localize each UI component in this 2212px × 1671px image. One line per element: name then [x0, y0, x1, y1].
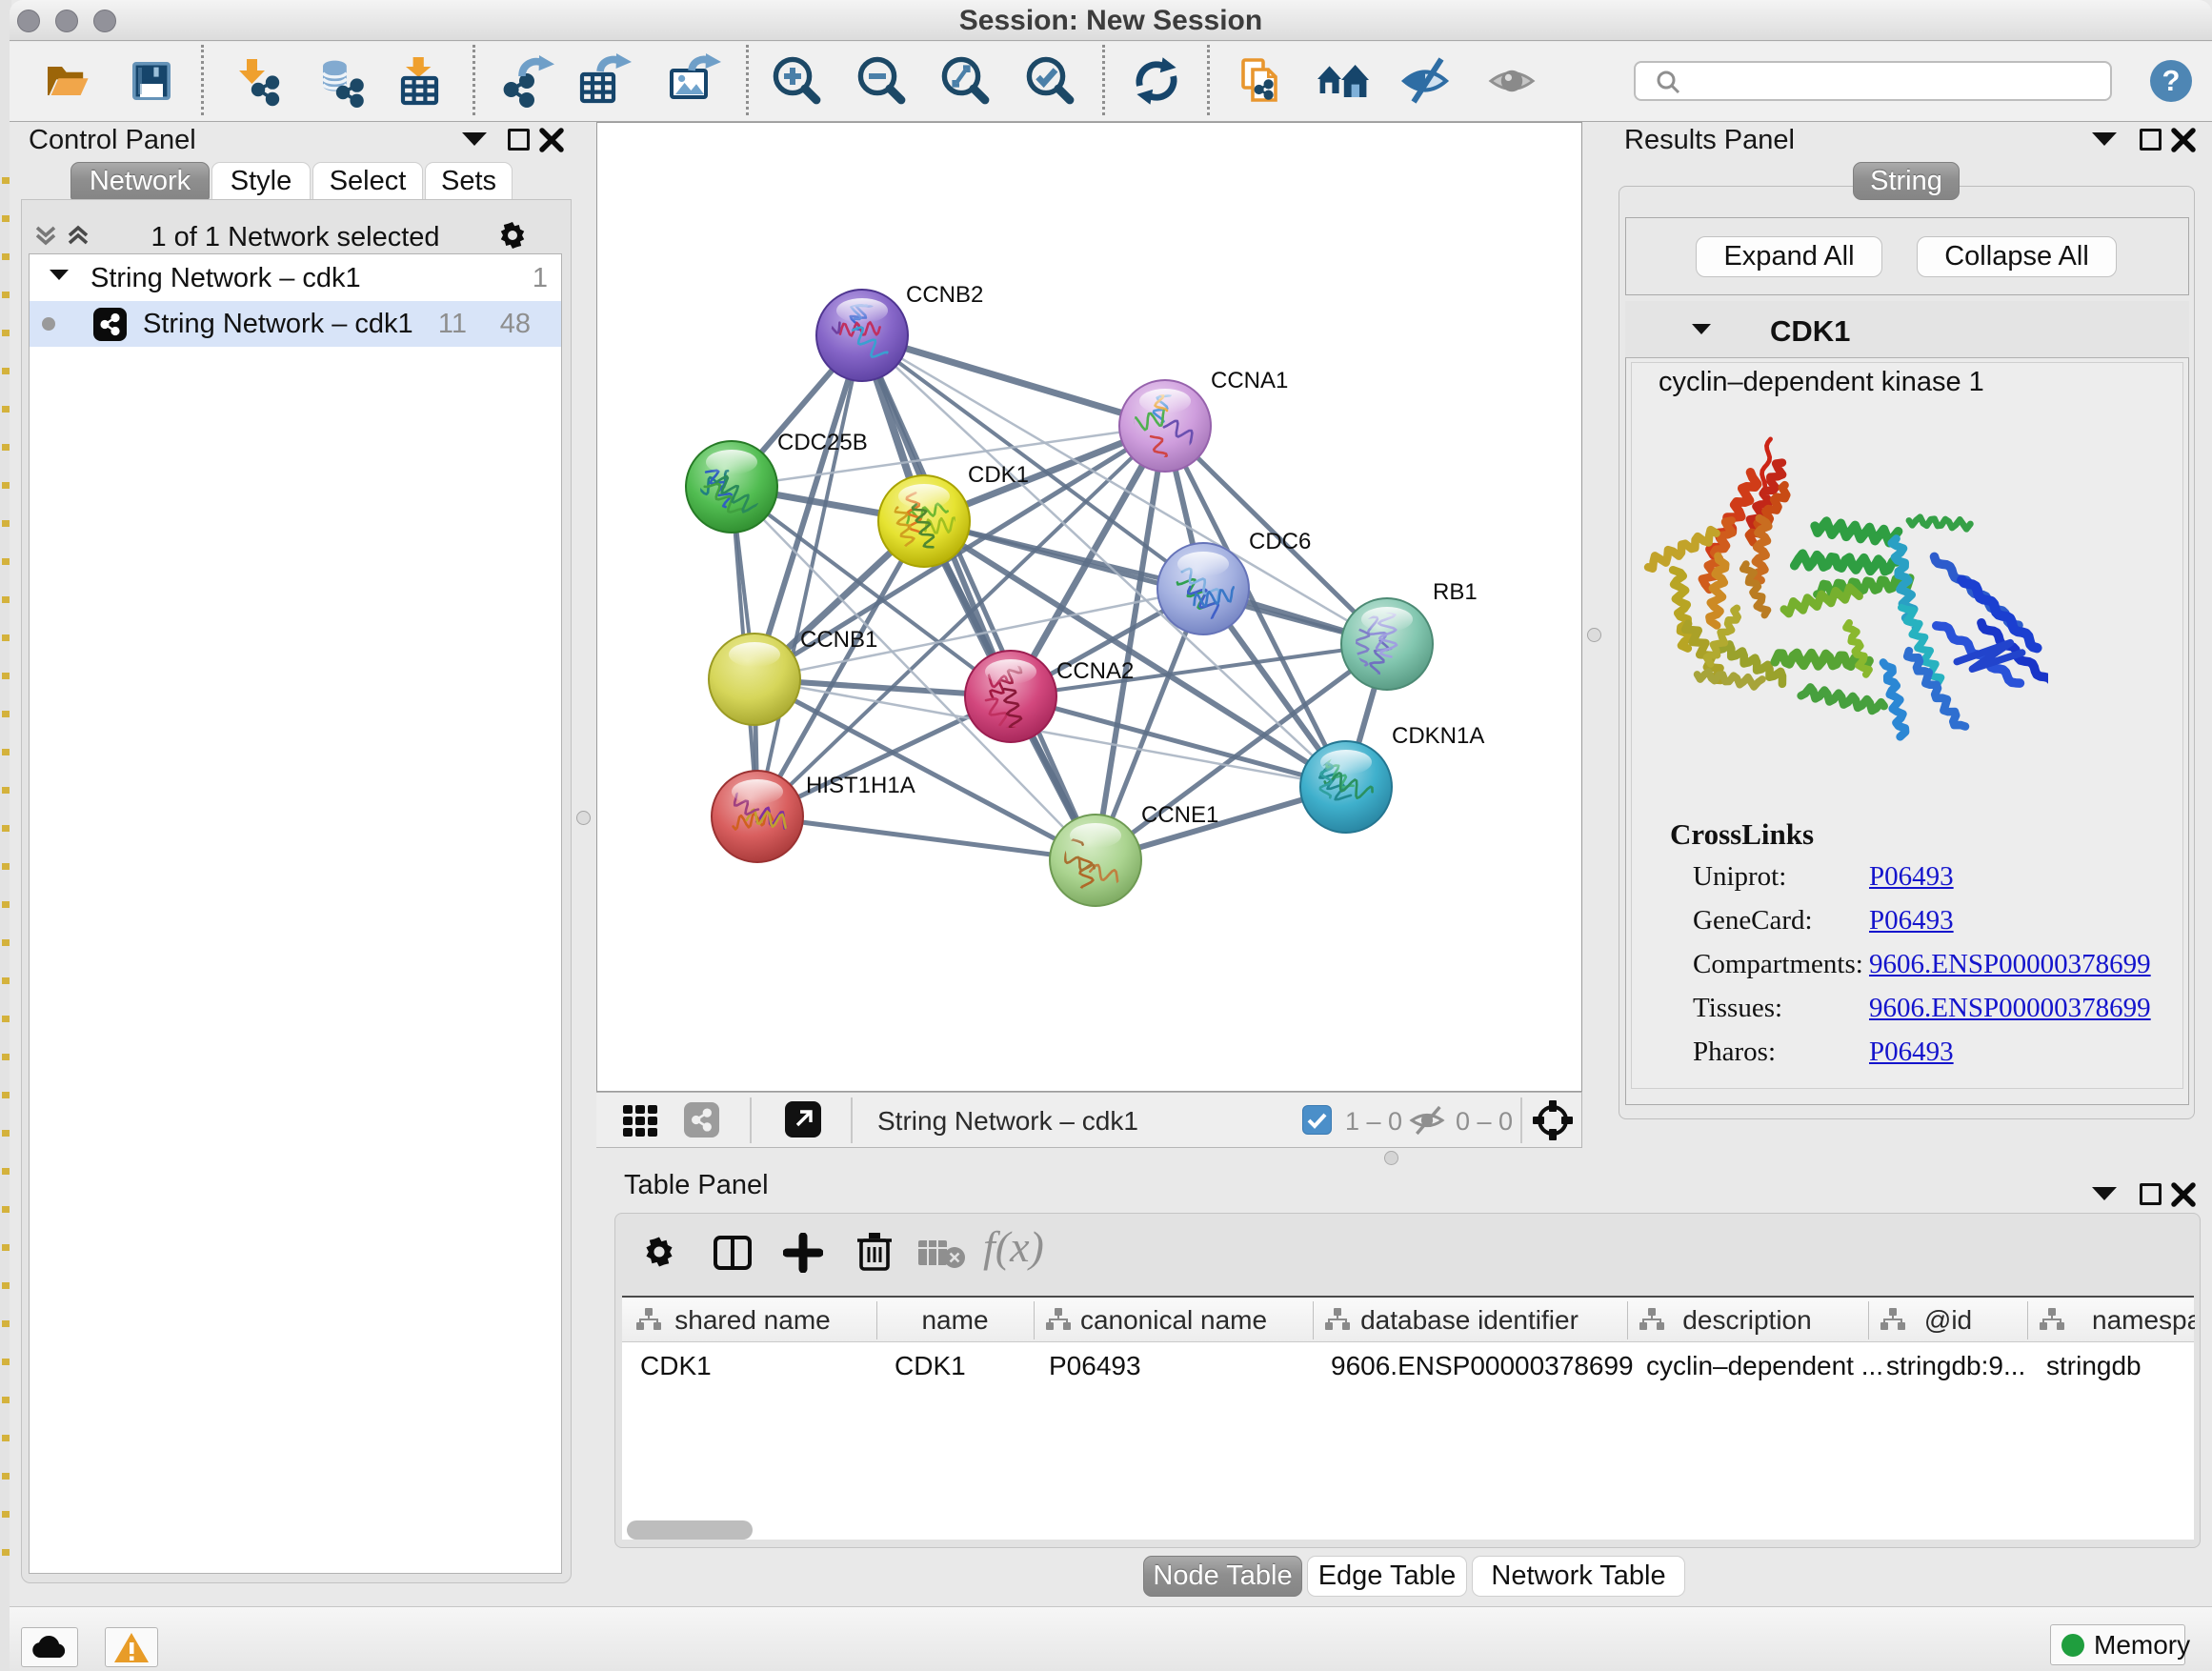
svg-text:CDKN1A: CDKN1A [1392, 723, 1484, 749]
svg-text:CCNA1: CCNA1 [1211, 368, 1288, 393]
svg-text:CCNB2: CCNB2 [906, 282, 983, 308]
svg-text:HIST1H1A: HIST1H1A [806, 773, 915, 798]
svg-text:CDK1: CDK1 [968, 462, 1029, 488]
svg-text:CCNB1: CCNB1 [800, 627, 877, 653]
svg-text:CDC25B: CDC25B [777, 430, 868, 455]
svg-text:RB1: RB1 [1433, 579, 1478, 605]
svg-text:CCNE1: CCNE1 [1141, 802, 1218, 828]
svg-text:CDC6: CDC6 [1249, 529, 1311, 554]
svg-text:CCNA2: CCNA2 [1056, 658, 1134, 684]
